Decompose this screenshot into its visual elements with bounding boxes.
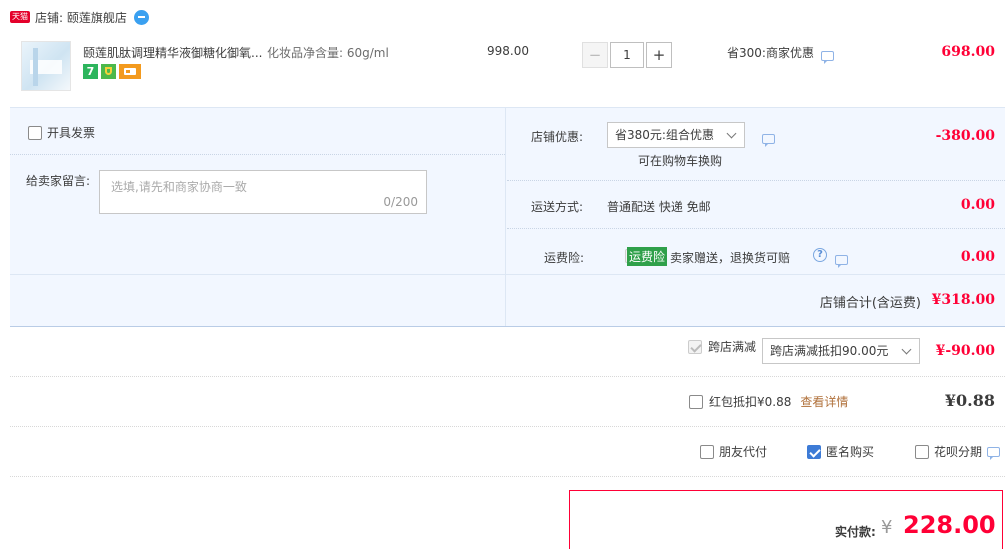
- red-packet-checkbox[interactable]: [689, 394, 703, 409]
- quantity-plus-button[interactable]: +: [646, 42, 672, 68]
- divider: [10, 476, 1005, 477]
- shop-total-label: 店铺合计(含运费): [819, 296, 921, 311]
- item-unit-price: 998.00: [487, 44, 529, 58]
- final-payment-box: 实付款: ¥ 228.00: [569, 490, 1003, 549]
- shop-chat-icon[interactable]: [133, 9, 149, 25]
- service-badges: 7: [83, 64, 141, 79]
- insurance-desc: 卖家赠送，退换货可赔: [670, 251, 791, 265]
- product-thumbnail[interactable]: [21, 41, 71, 91]
- friend-pay-label[interactable]: 朋友代付: [719, 443, 767, 460]
- seven-day-return-icon[interactable]: 7: [83, 64, 98, 79]
- insurance-amount: 0.00: [960, 249, 995, 265]
- shop-name[interactable]: 店铺: 颐莲旗舰店: [35, 9, 127, 26]
- tmall-badge: 天猫: [10, 11, 30, 23]
- chevron-down-icon: [901, 344, 912, 355]
- anonymous-checkbox[interactable]: [807, 444, 821, 459]
- shipping-label: 运送方式:: [531, 200, 584, 214]
- shop-discount-hint: 可在购物车换购: [638, 154, 723, 168]
- help-icon[interactable]: ?: [813, 248, 827, 262]
- shop-total-amount: ¥318.00: [931, 292, 995, 308]
- divider: [10, 376, 1005, 377]
- insurance-label: 运费险:: [544, 251, 585, 265]
- message-counter: 0/200: [383, 195, 418, 209]
- cross-store-select[interactable]: 跨店满减抵扣90.00元: [762, 338, 920, 364]
- final-currency: ¥: [881, 517, 893, 538]
- insurance-tag: 运费险: [627, 247, 668, 266]
- huabei-label[interactable]: 花呗分期: [934, 443, 982, 460]
- item-title[interactable]: 颐莲肌肽调理精华液御糖化御氧...: [83, 44, 262, 61]
- red-packet-details-link[interactable]: 查看详情: [800, 393, 848, 410]
- final-label: 实付款:: [835, 525, 876, 539]
- message-placeholder: 选填,请先和商家协商一致: [111, 180, 247, 194]
- cross-store-value: 跨店满减抵扣90.00元: [770, 344, 889, 358]
- discount-info-icon[interactable]: [821, 51, 834, 64]
- divider: [10, 154, 505, 155]
- quantity-input[interactable]: 1: [610, 42, 644, 68]
- credit-card-icon[interactable]: [119, 64, 141, 79]
- invoice-label[interactable]: 开具发票: [47, 124, 95, 141]
- quantity-stepper: − 1 +: [582, 42, 672, 68]
- order-detail-panel: 开具发票 给卖家留言: 选填,请先和商家协商一致 0/200 店铺优惠: 省38…: [10, 107, 1005, 327]
- red-packet-row: 红包抵扣¥0.88 查看详情: [689, 393, 848, 410]
- huabei-checkbox[interactable]: [915, 444, 929, 459]
- item-spec: 化妆品净含量: 60g/ml: [267, 46, 389, 60]
- quality-guarantee-icon[interactable]: [101, 64, 116, 79]
- shop-discount-amount: -380.00: [935, 128, 995, 144]
- divider: [507, 228, 1005, 229]
- cross-store-amount: ¥-90.00: [935, 343, 995, 359]
- divider: [10, 426, 1005, 427]
- red-packet-amount: ¥0.88: [944, 391, 995, 410]
- shop-discount-info-icon[interactable]: [762, 134, 775, 147]
- item-row: 颐莲肌肽调理精华液御糖化御氧... 化妆品净含量: 60g/ml 7 998.0…: [10, 34, 1005, 108]
- shop-discount-label: 店铺优惠:: [531, 130, 584, 144]
- shipping-value: 普通配送 快递 免邮: [607, 200, 711, 214]
- invoice-checkbox[interactable]: [28, 125, 42, 140]
- huabei-info-icon[interactable]: [987, 446, 1001, 460]
- shipping-amount: 0.00: [960, 197, 995, 213]
- shop-discount-select[interactable]: 省380元:组合优惠: [607, 122, 745, 148]
- chevron-down-icon: [726, 128, 737, 139]
- friend-pay-option: 朋友代付: [700, 443, 767, 460]
- insurance-info-icon[interactable]: [834, 255, 848, 268]
- left-column: 开具发票 给卖家留言: 选填,请先和商家协商一致 0/200: [10, 108, 506, 326]
- anonymous-label[interactable]: 匿名购买: [826, 443, 874, 460]
- item-discount-note: 省300:商家优惠: [727, 46, 814, 60]
- red-packet-label[interactable]: 红包抵扣¥0.88: [709, 393, 791, 410]
- shop-header: 天猫 店铺: 颐莲旗舰店: [10, 8, 149, 26]
- item-subtotal: 698.00: [941, 44, 995, 60]
- invoice-row: 开具发票: [28, 124, 95, 141]
- message-textarea[interactable]: 选填,请先和商家协商一致 0/200: [99, 170, 427, 214]
- huabei-option: 花呗分期: [915, 443, 1001, 460]
- shop-discount-value: 省380元:组合优惠: [615, 128, 714, 142]
- divider: [507, 180, 1005, 181]
- cross-store-label: 跨店满减: [708, 340, 757, 354]
- right-column: 店铺优惠: 省380元:组合优惠 可在购物车换购 -380.00 运送方式: 普…: [507, 108, 1005, 326]
- quantity-minus-button[interactable]: −: [582, 42, 608, 68]
- cross-store-row: 跨店满减: [688, 338, 756, 355]
- divider: [10, 274, 1005, 275]
- friend-pay-checkbox[interactable]: [700, 444, 714, 459]
- final-amount: 228.00: [903, 511, 996, 539]
- message-label: 给卖家留言:: [26, 174, 91, 188]
- anonymous-option: 匿名购买: [807, 443, 874, 460]
- cross-store-checkbox: [688, 339, 702, 354]
